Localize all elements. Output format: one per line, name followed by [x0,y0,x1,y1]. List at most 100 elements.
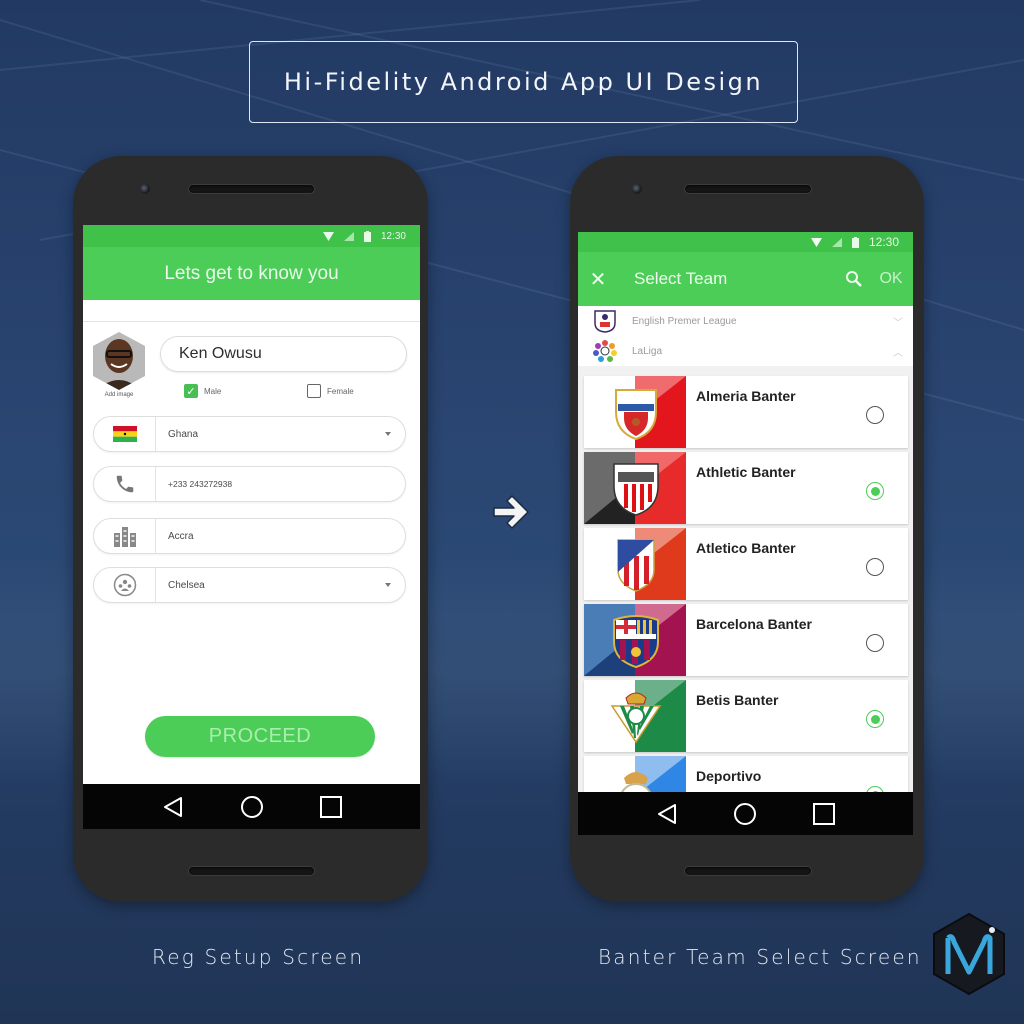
recents-square-icon [812,802,835,825]
female-label: Female [327,386,354,396]
country-value: Ghana [168,428,199,440]
dropdown-caret-icon [385,432,391,436]
team-select[interactable]: Chelsea [93,567,406,603]
nav-recents-button[interactable] [812,802,836,826]
name-input-value: Ken Owusu [179,345,262,362]
proceed-button[interactable]: PROCEED [145,716,375,757]
team-radio[interactable] [866,634,884,652]
chevron-up-icon: ︿ [893,347,903,359]
signal-icon [343,231,354,241]
phone-input[interactable]: +233 243272938 [93,466,406,502]
profile-row: Add image Ken Owusu ✓ Male Female [83,322,420,417]
top-speaker [684,184,812,194]
front-camera [632,184,642,194]
team-radio[interactable] [866,482,884,500]
android-nav-bar [83,784,420,829]
screen-title: Lets get to know you [164,262,339,284]
league-name: LaLiga [632,345,663,357]
arrow-right-icon [493,495,529,529]
team-radio[interactable] [866,406,884,424]
search-button[interactable] [839,270,869,288]
team-row[interactable]: Athletic Banter [584,452,908,524]
wifi-icon [322,231,334,241]
male-checkbox[interactable]: ✓ [184,384,198,398]
battery-icon [851,236,859,248]
android-nav-bar [578,792,913,835]
athletic-crest-icon [613,463,659,516]
league-row-epl[interactable]: English Premer League ﹀ [578,306,913,336]
status-time: 12:30 [868,235,899,249]
bottom-speaker [684,866,812,876]
caption-reg-setup: Reg Setup Screen [152,945,365,969]
team-row[interactable]: Atletico Banter [584,528,908,600]
city-value: Accra [168,530,194,542]
league-name: English Premer League [632,315,737,327]
ghana-flag-icon [112,426,137,442]
search-icon [846,271,862,287]
team-row[interactable]: Almeria Banter [584,376,908,448]
team-row[interactable]: Barcelona Banter [584,604,908,676]
team-radio[interactable] [866,558,884,576]
nav-home-button[interactable] [240,795,264,819]
front-camera [140,184,150,194]
nav-recents-button[interactable] [319,795,343,819]
phone-reg-setup: 12:30 Lets get to know you Add image Ken… [73,156,428,902]
phone-icon [116,475,133,493]
divider [83,300,420,322]
team-value: Chelsea [168,579,205,591]
bottom-speaker [188,866,315,876]
back-triangle-icon [163,796,182,817]
caption-team-select: Banter Team Select Screen [598,945,922,969]
team-row[interactable]: Betis Banter [584,680,908,752]
city-icon [113,527,136,547]
nav-back-button[interactable] [655,802,679,826]
name-input[interactable]: Ken Owusu [160,336,407,372]
team-icon [113,573,136,597]
city-input[interactable]: Accra [93,518,406,554]
phone-value: +233 243272938 [168,479,233,489]
status-bar: 12:30 [578,232,913,252]
nav-home-button[interactable] [733,802,757,826]
battery-icon [363,230,371,242]
gender-female-option[interactable]: Female [307,384,354,398]
signal-icon [831,237,842,247]
app-bar: ✕ Select Team OK [578,252,913,306]
app-bar: Lets get to know you [83,247,420,300]
gender-male-option[interactable]: ✓ Male [184,384,221,398]
page-title: Hi-Fidelity Android App UI Design [249,41,798,123]
chevron-down-icon: ﹀ [893,317,903,329]
page-title-text: Hi-Fidelity Android App UI Design [283,68,764,96]
female-checkbox[interactable] [307,384,321,398]
reg-screen: 12:30 Lets get to know you Add image Ken… [83,225,420,829]
top-speaker [188,184,315,194]
male-label: Male [204,386,222,396]
add-image-label[interactable]: Add image [91,392,147,398]
back-triangle-icon [658,803,677,824]
team-select-screen: 12:30 ✕ Select Team OK English Premer Le… [578,232,913,835]
team-radio[interactable] [866,710,884,728]
laliga-logo-icon [593,340,617,362]
close-icon[interactable]: ✕ [580,267,616,292]
recents-square-icon [319,795,342,818]
atletico-crest-icon [617,539,655,592]
home-circle-icon [240,795,263,818]
nav-back-button[interactable] [161,795,185,819]
screen-title: Select Team [634,269,728,288]
dropdown-caret-icon [385,583,391,587]
avatar[interactable] [93,332,145,390]
barcelona-crest-icon [613,615,659,668]
almeria-crest-icon [615,389,657,440]
status-bar: 12:30 [83,225,420,247]
league-row-laliga[interactable]: LaLiga ︿ [578,336,913,366]
country-select[interactable]: Ghana [93,416,406,452]
status-time: 12:30 [380,230,406,242]
proceed-label: PROCEED [208,725,312,747]
team-list: Almeria Banter Athletic Banter Atletico … [584,376,908,832]
betis-crest-icon [610,692,662,744]
wifi-icon [810,237,822,247]
premier-league-logo-icon [594,310,616,333]
mi-logo-icon [933,912,1005,996]
home-circle-icon [734,802,757,825]
phone-team-select: 12:30 ✕ Select Team OK English Premer Le… [570,156,924,902]
ok-button[interactable]: OK [869,270,913,288]
